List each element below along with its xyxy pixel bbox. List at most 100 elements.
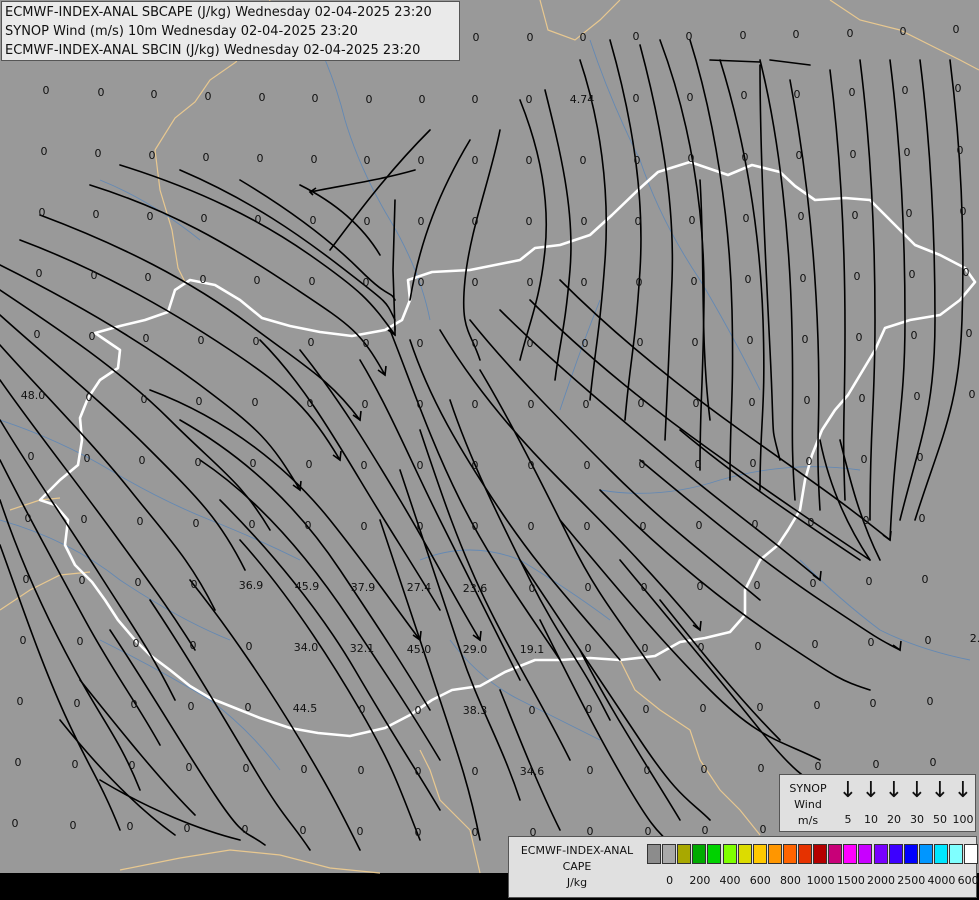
cape-color-swatch (903, 844, 918, 864)
cape-value: 0 (191, 578, 198, 591)
cape-value: 0 (969, 388, 976, 401)
cape-value: 0 (741, 89, 748, 102)
cape-value: 0 (641, 581, 648, 594)
cape-value: 0 (188, 700, 195, 713)
wind-speed-label: 10 (864, 813, 878, 826)
cape-value: 0 (695, 458, 702, 471)
cape-color-swatch (843, 844, 858, 864)
cape-value: 0 (95, 147, 102, 160)
cape-value: 0 (687, 91, 694, 104)
cape-value: 0 (963, 266, 970, 279)
cape-value: 0 (693, 397, 700, 410)
cape-value: 0 (259, 91, 266, 104)
cape-value: 0 (417, 398, 424, 411)
cape-value: 0 (23, 573, 30, 586)
cape-value: 0 (854, 270, 861, 283)
cape-value: 0 (633, 30, 640, 43)
cape-value: 0 (745, 273, 752, 286)
cape-value: 0 (922, 573, 929, 586)
wind-speed-label: 30 (910, 813, 924, 826)
cape-value: 0 (145, 271, 152, 284)
cape-value: 0 (906, 207, 913, 220)
cape-value: 0 (305, 519, 312, 532)
cape-value: 0 (93, 208, 100, 221)
cape-value: 0 (149, 149, 156, 162)
cape-value: 0 (528, 398, 535, 411)
cape-value: 0 (91, 269, 98, 282)
title-line-synop: SYNOP Wind (m/s) 10m Wednesday 02-04-202… (5, 24, 358, 39)
cape-value: 0 (198, 334, 205, 347)
map-title-box: ECMWF-INDEX-ANAL SBCAPE (J/kg) Wednesday… (1, 1, 460, 61)
cape-scale-label: 2000 (867, 874, 896, 887)
cape-value: 0 (417, 337, 424, 350)
title-line-cape: ECMWF-INDEX-ANAL SBCAPE (J/kg) Wednesday… (5, 5, 432, 20)
cape-color-swatch (692, 844, 707, 864)
cape-color-swatch (873, 844, 888, 864)
cape-value: 0 (930, 756, 937, 769)
cape-value: 0 (584, 520, 591, 533)
cape-value: 0 (193, 517, 200, 530)
cape-scale-label: 800 (779, 874, 801, 887)
cape-value: 0 (133, 637, 140, 650)
cape-value: 0 (643, 703, 650, 716)
cape-value: 0 (749, 396, 756, 409)
cape-value: 0 (636, 276, 643, 289)
cape-value: 0 (585, 581, 592, 594)
cape-color-swatch (858, 844, 873, 864)
cape-value: 0 (306, 458, 313, 471)
cape-value: 0 (966, 327, 973, 340)
cape-scale-label: 400 (719, 874, 741, 887)
cape-value: 0 (472, 765, 479, 778)
cape-value: 0 (15, 756, 22, 769)
cape-value: 0 (527, 31, 534, 44)
cape-value: 0 (418, 154, 425, 167)
cape-color-swatch (933, 844, 948, 864)
cape-value: 0 (309, 275, 316, 288)
cape-value: 0 (856, 331, 863, 344)
cape-value: 0 (637, 336, 644, 349)
cape-value: 0 (143, 332, 150, 345)
cape-value: 0 (242, 823, 249, 836)
cape-value: 0 (859, 392, 866, 405)
map-background (0, 0, 979, 873)
cape-scale-label: 1500 (836, 874, 865, 887)
cape-color-swatch (647, 844, 661, 864)
wind-arrow-icon: ↓ (884, 778, 904, 803)
cape-color-swatch (737, 844, 752, 864)
cape-value: 0 (25, 512, 32, 525)
cape-color-swatch (828, 844, 843, 864)
cape-value: 0 (363, 276, 370, 289)
cape-value: 0 (20, 634, 27, 647)
cape-value: 0 (12, 817, 19, 830)
cape-color-swatch (949, 844, 963, 864)
cape-value: 0 (902, 84, 909, 97)
cape-value: 0 (911, 329, 918, 342)
cape-scale-label: 600 (749, 874, 771, 887)
cape-value: 0 (253, 335, 260, 348)
cape-value: 0 (527, 276, 534, 289)
cape-value: 0 (472, 154, 479, 167)
cape-scale-label: 200 (689, 874, 711, 887)
cape-value: 0 (203, 151, 210, 164)
cape-value: 0 (415, 826, 422, 839)
cape-value: 0 (849, 86, 856, 99)
cape-value: 0 (927, 695, 934, 708)
cape-value: 0 (36, 267, 43, 280)
cape-value: 0 (252, 396, 259, 409)
cape-value: 0 (583, 398, 590, 411)
cape-value: 0 (580, 154, 587, 167)
wind-arrow-icon: ↓ (861, 778, 881, 803)
cape-value: 0 (190, 639, 197, 652)
cape-color-legend: ECMWF-INDEX-ANAL CAPE J/kg 0 200 400 600 800… (508, 836, 979, 898)
cape-value: 0 (415, 765, 422, 778)
cape-value: 0 (89, 330, 96, 343)
cape-value: 0 (364, 215, 371, 228)
cape-value: 0 (310, 214, 317, 227)
cape-value: 0 (418, 276, 425, 289)
cape-value: 0 (84, 452, 91, 465)
cape-value: 0 (255, 213, 262, 226)
cape-scale-label: 1000 (806, 874, 835, 887)
cape-value: 34.0 (294, 641, 319, 654)
cape-value: 0 (70, 819, 77, 832)
cape-value: 0 (472, 826, 479, 839)
